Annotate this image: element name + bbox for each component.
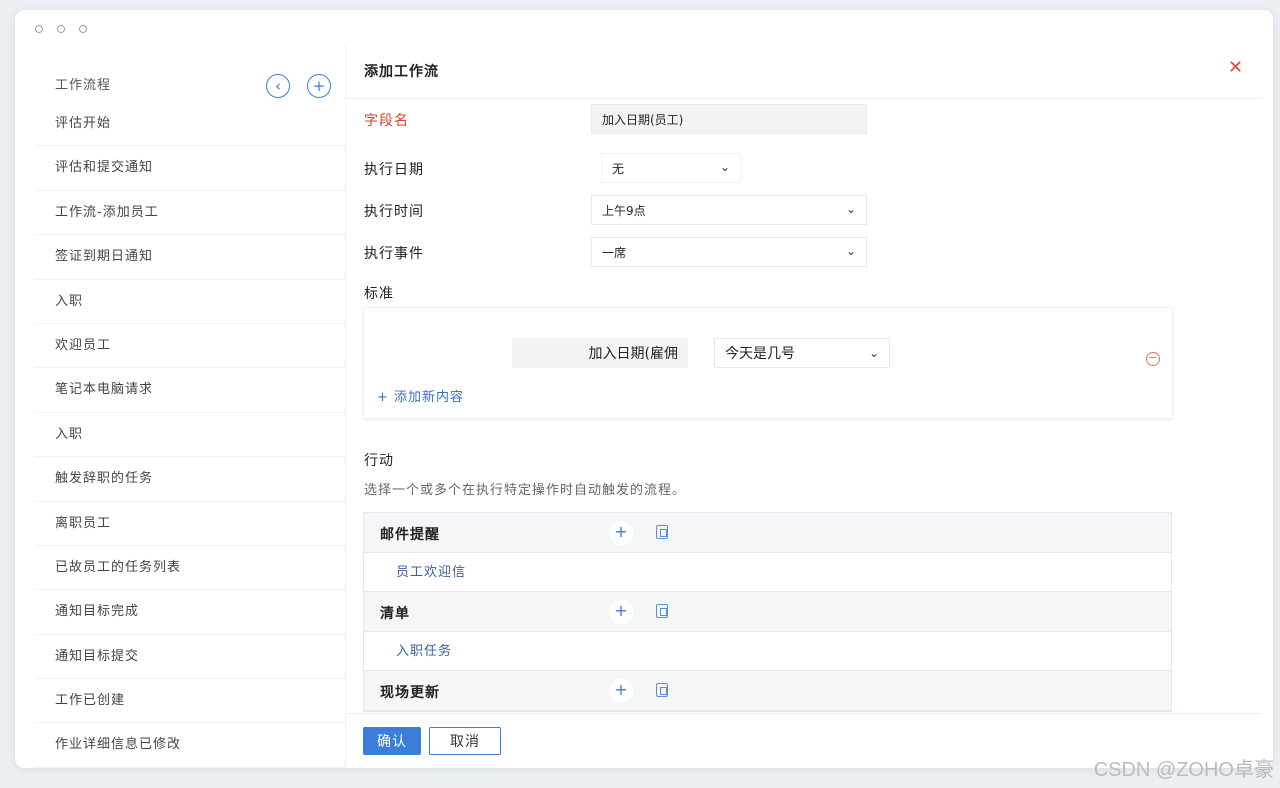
exec-time-value: 上午9点: [602, 203, 646, 218]
sidebar-item[interactable]: 笔记本电脑请求: [35, 368, 345, 413]
chevron-left-icon: ‹: [275, 76, 281, 95]
sidebar-item[interactable]: 签证到期日通知: [35, 235, 345, 280]
sidebar-item[interactable]: 入职: [35, 280, 345, 324]
actions-table: 邮件提醒 + 员工欢迎信 清单 + 入职任务 现场更新 +: [363, 512, 1172, 712]
window-dot-icon[interactable]: [79, 25, 87, 33]
chevron-down-icon: ⌄: [868, 346, 879, 360]
sidebar-item[interactable]: 离职员工: [35, 502, 345, 546]
window-dot-icon[interactable]: [57, 25, 65, 33]
action-group-email: 邮件提醒 +: [364, 513, 1171, 553]
confirm-button[interactable]: 确认: [363, 727, 421, 755]
exec-time-select[interactable]: 上午9点 ⌄: [591, 195, 867, 225]
field-name-input[interactable]: 加入日期(员工): [591, 104, 867, 134]
add-criteria-link[interactable]: + 添加新内容: [377, 386, 464, 405]
action-group-title: 邮件提醒: [380, 527, 440, 543]
action-group-title: 现场更新: [380, 685, 440, 701]
copy-icon[interactable]: [656, 604, 668, 618]
criteria-operator-select[interactable]: 今天是几号 ⌄: [714, 338, 890, 368]
exec-date-label: 执行日期: [364, 162, 424, 178]
criteria-field-value: 加入日期(雇佣: [588, 346, 678, 362]
add-action-icon[interactable]: +: [609, 679, 633, 703]
exec-event-value: 一席: [602, 245, 627, 260]
divider: [346, 98, 1261, 99]
plus-icon: +: [312, 76, 326, 95]
chevron-down-icon: ⌄: [719, 160, 730, 174]
add-action-icon[interactable]: +: [609, 521, 633, 545]
sidebar-title: 工作流程: [55, 78, 112, 93]
criteria-field-input[interactable]: 加入日期(雇佣: [512, 338, 688, 368]
exec-time-label: 执行时间: [364, 204, 424, 220]
copy-icon[interactable]: [656, 683, 668, 697]
sidebar-item[interactable]: 工作已创建: [35, 679, 345, 724]
workflow-sidebar: 工作流程 ‹ + 评估开始 评估和提交通知 工作流-添加员工 签证到期日通知 入…: [15, 50, 345, 768]
field-name-label: 字段名: [364, 113, 409, 129]
sidebar-item[interactable]: 通知目标完成: [35, 590, 345, 635]
app-window: 工作流程 ‹ + 评估开始 评估和提交通知 工作流-添加员工 签证到期日通知 入…: [14, 9, 1274, 769]
add-action-icon[interactable]: +: [609, 600, 633, 624]
chevron-down-icon: ⌄: [845, 202, 856, 216]
action-group-title: 清单: [380, 606, 410, 622]
close-icon[interactable]: ✕: [1228, 57, 1243, 78]
exec-date-value: 无: [612, 161, 625, 176]
exec-event-label: 执行事件: [364, 246, 424, 262]
watermark: CSDN @ZOHO卓豪: [1093, 759, 1274, 781]
action-group-checklist: 清单 +: [364, 592, 1171, 632]
copy-icon[interactable]: [656, 525, 668, 539]
workflow-list: 评估开始 评估和提交通知 工作流-添加员工 签证到期日通知 入职 欢迎员工 笔记…: [35, 102, 345, 768]
criteria-label: 标准: [364, 286, 394, 302]
field-name-value: 加入日期(员工): [602, 112, 684, 127]
window-dot-icon[interactable]: [35, 25, 43, 33]
sidebar-item[interactable]: 工作流-添加员工: [35, 191, 345, 236]
sidebar-item[interactable]: 入职: [35, 413, 345, 458]
sidebar-item[interactable]: 通知目标提交: [35, 635, 345, 680]
sidebar-item[interactable]: 欢迎员工: [35, 324, 345, 369]
sidebar-item[interactable]: 评估和提交通知: [35, 146, 345, 191]
actions-label: 行动: [364, 453, 394, 469]
sidebar-item[interactable]: 触发辞职的任务: [35, 457, 345, 502]
actions-description: 选择一个或多个在执行特定操作时自动触发的流程。: [364, 483, 687, 498]
window-controls: [35, 25, 87, 33]
criteria-box: 加入日期(雇佣 今天是几号 ⌄ − + 添加新内容: [363, 307, 1173, 419]
criteria-operator-value: 今天是几号: [725, 346, 795, 362]
sidebar-item[interactable]: 评估开始: [35, 102, 345, 147]
remove-criteria-icon[interactable]: −: [1146, 352, 1160, 366]
sidebar-item[interactable]: 已故员工的任务列表: [35, 546, 345, 591]
action-item[interactable]: 入职任务: [364, 632, 1171, 671]
add-workflow-button[interactable]: +: [307, 74, 331, 98]
chevron-down-icon: ⌄: [845, 244, 856, 258]
action-item[interactable]: 员工欢迎信: [364, 553, 1171, 592]
panel-title: 添加工作流: [364, 64, 439, 80]
add-workflow-panel: 添加工作流 ✕ 字段名 加入日期(员工) 执行日期 无 ⌄ 执行时间 上午9点 …: [345, 45, 1261, 768]
collapse-sidebar-button[interactable]: ‹: [266, 74, 290, 98]
exec-date-select[interactable]: 无 ⌄: [601, 153, 741, 183]
cancel-button[interactable]: 取消: [429, 727, 501, 755]
exec-event-select[interactable]: 一席 ⌄: [591, 237, 867, 267]
action-group-field-update: 现场更新 +: [364, 671, 1171, 711]
sidebar-item[interactable]: 作业详细信息已修改: [35, 723, 345, 768]
